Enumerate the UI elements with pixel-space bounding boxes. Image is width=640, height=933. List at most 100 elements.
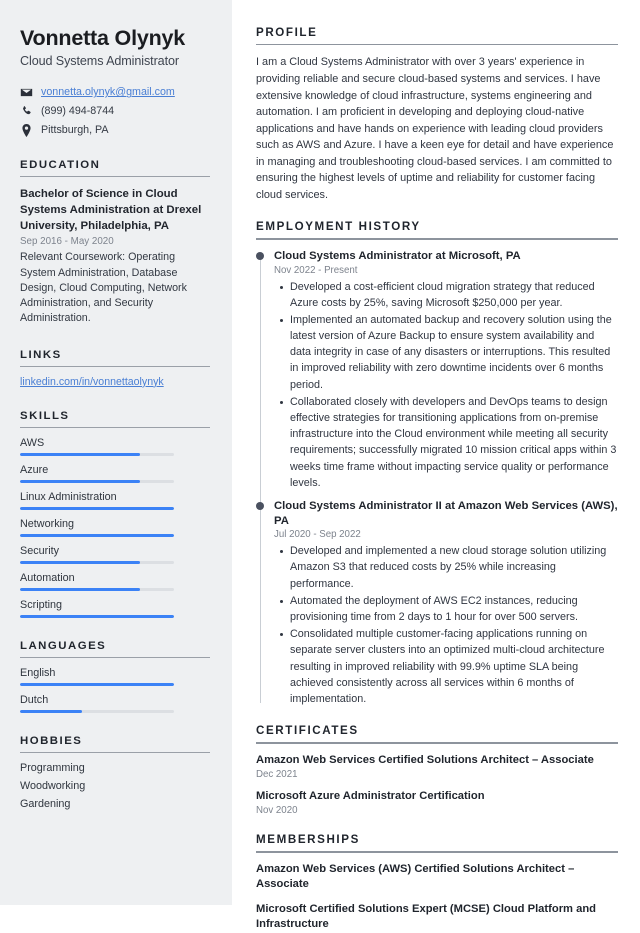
language-label: English [20,666,56,679]
skill-label: Automation [20,571,75,584]
skill-label: Linux Administration [20,490,117,503]
employment-bullets: Developed a cost-efficient cloud migrati… [274,279,618,491]
link-linkedin[interactable]: linkedin.com/in/vonnettaolynyk [20,376,164,388]
certificate-date: Dec 2021 [256,769,298,781]
skill-item: Azure [20,464,210,483]
skill-item: Security [20,545,210,564]
main-column: PROFILE I am a Cloud Systems Administrat… [232,0,640,930]
skill-bar-track [20,479,174,483]
timeline-dot-icon [256,252,264,261]
section-links: LINKS linkedin.com/in/vonnettaolynyk [20,349,210,388]
contact-block: vonnetta.olynyk@gmail.com (899) 494-8744… [20,86,210,137]
skill-bar-fill [20,479,141,483]
employment-heading: Cloud Systems Administrator at Microsoft… [274,249,521,262]
language-bar-track [20,709,174,713]
divider [256,44,618,46]
skill-bar-track [20,452,174,456]
employment-bullet: Collaborated closely with developers and… [280,394,618,491]
contact-location-row: Pittsburgh, PA [20,123,210,137]
employment-bullet: Implemented an automated backup and reco… [280,312,618,393]
employment-date: Nov 2022 - Present [274,264,358,276]
candidate-name: Vonnetta Olynyk [20,26,186,50]
divider [20,656,210,658]
resume-page: Vonnetta Olynyk Cloud Systems Administra… [0,0,640,930]
skill-bar-track [20,560,174,564]
language-bar-fill [20,682,174,686]
skill-bar-fill [20,533,174,537]
skill-item: AWS [20,437,210,456]
divider [20,175,210,177]
divider [20,426,210,428]
skill-label: Azure [20,463,49,476]
skill-bar-fill [20,614,174,618]
link-item[interactable]: linkedin.com/in/vonnettaolynyk [20,376,210,388]
profile-text: I am a Cloud Systems Administrator with … [256,56,614,201]
membership-item: Microsoft Certified Solutions Expert (MC… [256,902,596,931]
skill-item: Networking [20,518,210,537]
employment-bullet: Developed and implemented a new cloud st… [280,543,618,592]
contact-phone-row: (899) 494-8744 [20,105,210,118]
certificate-date: Nov 2020 [256,805,298,817]
section-title-profile: PROFILE [256,26,318,39]
divider [20,365,210,367]
language-item: English [20,667,210,686]
contact-email-row[interactable]: vonnetta.olynyk@gmail.com [20,86,210,99]
section-education: EDUCATION Bachelor of Science in Cloud S… [20,159,210,327]
employment-bullet: Consolidated multiple customer-facing ap… [280,626,618,707]
section-title-hobbies: HOBBIES [20,734,83,747]
skill-bar-track [20,587,174,591]
contact-email-text[interactable]: vonnetta.olynyk@gmail.com [41,86,175,98]
employment-timeline: Cloud Systems Administrator at Microsoft… [256,249,618,707]
skill-item: Linux Administration [20,491,210,510]
skill-bar-fill [20,587,141,591]
section-title-certificates: CERTIFICATES [256,724,359,738]
contact-location-text: Pittsburgh, PA [41,124,109,137]
skill-bar-track [20,506,174,510]
section-title-languages: LANGUAGES [20,639,107,652]
hobby-item: Gardening [20,797,71,810]
skill-bar-track [20,614,174,618]
section-title-memberships: MEMBERSHIPS [256,833,360,847]
skill-label: Networking [20,517,75,530]
section-hobbies: HOBBIES Programming Woodworking Gardenin… [20,735,210,810]
employment-date: Jul 2020 - Sep 2022 [274,529,361,541]
language-bar-fill [20,709,82,713]
language-label: Dutch [20,693,49,706]
language-bar-track [20,682,174,686]
skill-item: Automation [20,572,210,591]
certificate-item: Microsoft Azure Administrator Certificat… [256,789,618,816]
divider [256,851,618,853]
language-item: Dutch [20,694,210,713]
skill-label: Security [20,544,60,557]
education-date: Sep 2016 - May 2020 [20,236,114,248]
skill-label: AWS [20,436,45,449]
section-employment-history: EMPLOYMENT HISTORY Cloud Systems Adminis… [256,220,618,707]
divider [20,751,210,753]
envelope-icon [20,86,33,99]
employment-bullet: Automated the deployment of AWS EC2 inst… [280,593,618,625]
certificate-name: Amazon Web Services Certified Solutions … [256,753,594,766]
section-title-links: LINKS [20,348,62,361]
section-languages: LANGUAGES English Dutch [20,640,210,713]
skill-bar-fill [20,506,174,510]
hobby-item: Programming [20,761,85,774]
section-profile: PROFILE I am a Cloud Systems Administrat… [256,26,618,203]
education-description: Relevant Coursework: Operating System Ad… [20,251,187,325]
employment-bullet: Developed a cost-efficient cloud migrati… [280,279,618,311]
section-title-education: EDUCATION [20,158,101,171]
section-skills: SKILLS AWS Azure Linux Administration Ne… [20,410,210,618]
employment-heading: Cloud Systems Administrator II at Amazon… [274,499,618,527]
skill-bar-fill [20,560,141,564]
sidebar: Vonnetta Olynyk Cloud Systems Administra… [0,0,232,905]
divider [256,742,618,744]
section-certificates: CERTIFICATES Amazon Web Services Certifi… [256,724,618,816]
skill-label: Scripting [20,598,63,611]
map-pin-icon [20,123,33,137]
employment-entry: Cloud Systems Administrator at Microsoft… [256,249,618,491]
section-memberships: MEMBERSHIPS Amazon Web Services (AWS) Ce… [256,833,618,932]
skill-item: Scripting [20,599,210,618]
section-title-employment: EMPLOYMENT HISTORY [256,220,421,234]
skill-bar-fill [20,452,141,456]
contact-phone-text: (899) 494-8744 [41,105,115,118]
certificate-item: Amazon Web Services Certified Solutions … [256,753,618,780]
